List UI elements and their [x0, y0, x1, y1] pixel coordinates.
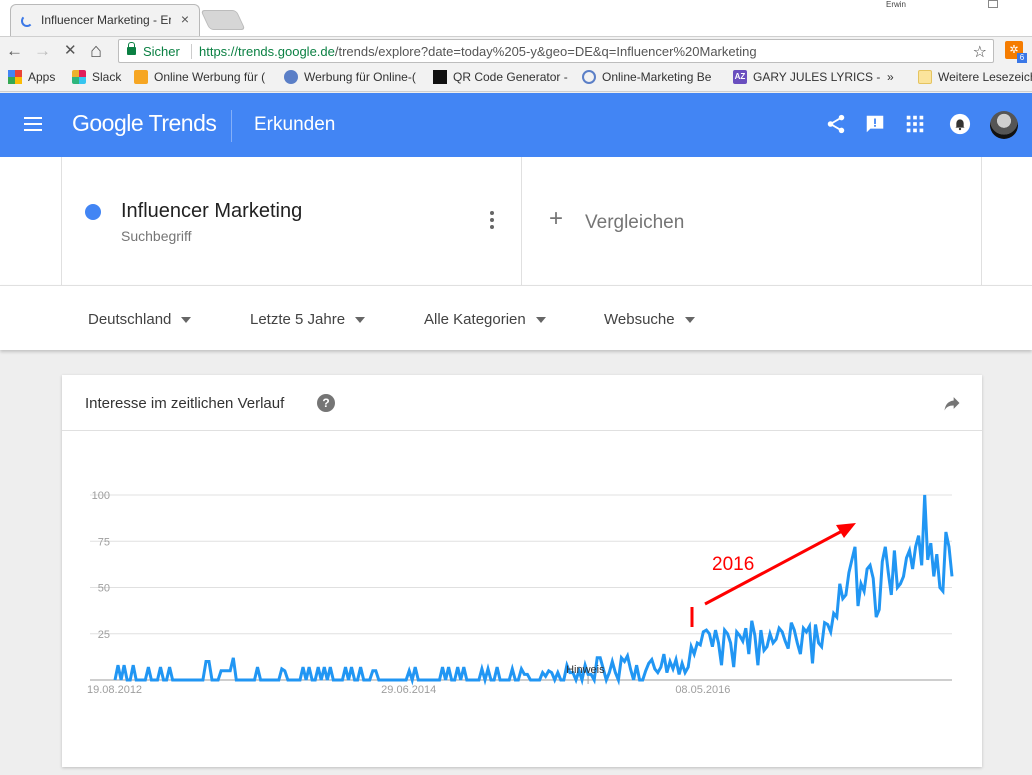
- logo-google: Google: [72, 110, 144, 136]
- bookmark-apps[interactable]: Apps: [8, 70, 55, 84]
- page-title: Erkunden: [254, 114, 336, 135]
- notifications-icon[interactable]: [949, 113, 971, 135]
- dropdown-caret-icon: [535, 317, 546, 324]
- swirl-icon: [582, 70, 596, 84]
- lock-icon: [127, 42, 136, 55]
- bookmark-star-icon[interactable]: ☆: [973, 42, 987, 62]
- puzzle-icon: [134, 70, 148, 84]
- url-path: /trends/explore?date=today%205-y&geo=DE&…: [334, 44, 757, 59]
- filter-label: Deutschland: [88, 311, 172, 328]
- bookmark-label: Online-Marketing Be: [602, 70, 712, 84]
- home-button[interactable]: ⌂: [90, 41, 102, 61]
- apps-icon[interactable]: [904, 113, 926, 135]
- filter-category[interactable]: Alle Kategorien: [424, 311, 546, 328]
- forward-button[interactable]: →: [34, 41, 51, 61]
- bookmark-label: Werbung für Online-(: [304, 70, 416, 84]
- url-text[interactable]: https://trends.google.de/trends/explore?…: [199, 44, 757, 59]
- new-tab-button[interactable]: [200, 10, 246, 30]
- bookmark-qr-code[interactable]: QR Code Generator -: [433, 70, 568, 84]
- filter-label: Alle Kategorien: [424, 311, 526, 328]
- bookmark-online-marketing[interactable]: Online-Marketing Be: [582, 70, 711, 84]
- header-divider: [231, 110, 232, 142]
- annotation-arrowhead: [836, 523, 856, 538]
- compare-button[interactable]: + Vergleichen: [522, 157, 982, 285]
- x-tick-label: 08.05.2016: [675, 684, 730, 696]
- google-trends-logo[interactable]: Google Trends: [72, 110, 217, 137]
- address-bar[interactable]: Sicher https://trends.google.de/trends/e…: [118, 39, 994, 63]
- dropdown-caret-icon: [684, 317, 695, 324]
- bookmark-gary-jules[interactable]: AZ GARY JULES LYRICS -: [733, 70, 880, 84]
- y-tick-label: 25: [98, 629, 110, 641]
- extension-badge: 6: [1017, 53, 1027, 63]
- bookmark-label: QR Code Generator -: [453, 70, 568, 84]
- more-options-icon[interactable]: [490, 211, 494, 232]
- browser-tabstrip: Influencer Marketing - Er × Erwin: [0, 0, 1032, 36]
- explore-pickers: Influencer Marketing Suchbegriff + Vergl…: [0, 157, 1032, 285]
- filter-time-range[interactable]: Letzte 5 Jahre: [250, 311, 366, 328]
- loading-spinner-icon: [21, 15, 33, 27]
- az-icon: AZ: [733, 70, 747, 84]
- compare-label: Vergleichen: [585, 212, 685, 233]
- feedback-icon[interactable]: [864, 113, 886, 135]
- bookmark-label: Apps: [28, 70, 56, 84]
- note-label: Hinweis: [566, 664, 605, 676]
- search-term-type: Suchbegriff: [121, 228, 192, 244]
- bookmark-label: Slack: [92, 70, 122, 84]
- y-tick-label: 100: [92, 490, 110, 502]
- window-restore-icon[interactable]: [988, 0, 998, 8]
- apps-grid-icon: [8, 70, 22, 84]
- filter-search-type[interactable]: Websuche: [604, 311, 695, 328]
- browser-tab[interactable]: Influencer Marketing - Er ×: [10, 4, 200, 36]
- dropdown-caret-icon: [181, 317, 192, 324]
- x-tick-label: 29.06.2014: [381, 684, 436, 696]
- omnibox-separator: [191, 44, 192, 59]
- bookmark-werbung-online[interactable]: Werbung für Online-(: [284, 70, 416, 84]
- hubspot-extension-icon[interactable]: ✲ 6: [1005, 41, 1027, 63]
- menu-icon[interactable]: [24, 117, 42, 131]
- y-tick-label: 50: [98, 583, 110, 595]
- logo-trends: Trends: [148, 110, 217, 136]
- annotation-label: 2016: [712, 554, 754, 575]
- search-term-name[interactable]: Influencer Marketing: [121, 200, 302, 223]
- bookmark-online-werbung[interactable]: Online Werbung für (: [134, 70, 265, 84]
- series-color-dot: [85, 204, 101, 220]
- tab-close-button[interactable]: ×: [181, 11, 189, 27]
- bookmark-label: Online Werbung für (: [154, 70, 266, 84]
- bookmark-slack[interactable]: Slack: [72, 70, 121, 84]
- tab-title: Influencer Marketing - Er: [41, 13, 171, 27]
- filter-bar: Deutschland Letzte 5 Jahre Alle Kategori…: [0, 285, 1032, 350]
- bookmark-label: GARY JULES LYRICS -: [753, 70, 881, 84]
- interest-chart[interactable]: 25 50 75 100 19.08.2012 29.06.2014 08.05.2016 H…: [62, 375, 982, 767]
- back-button[interactable]: ←: [6, 41, 23, 61]
- bookmarks-overflow-button[interactable]: »: [887, 70, 894, 84]
- search-term-card[interactable]: Influencer Marketing Suchbegriff: [61, 157, 522, 285]
- filter-region[interactable]: Deutschland: [88, 311, 192, 328]
- slack-icon: [72, 70, 86, 84]
- avatar[interactable]: [990, 111, 1018, 139]
- browser-toolbar: ← → ✕ ⌂ Sicher https://trends.google.de/…: [0, 36, 1032, 64]
- plus-icon: +: [549, 205, 564, 232]
- filter-label: Websuche: [604, 311, 675, 328]
- dropdown-caret-icon: [355, 317, 366, 324]
- bookmarks-bar: Apps Slack Online Werbung für ( Werbung …: [0, 64, 1032, 92]
- y-tick-label: 75: [98, 536, 110, 548]
- bookmark-label: Weitere Lesezeich: [938, 70, 1032, 84]
- interest-over-time-card: Interesse im zeitlichen Verlauf ? 25 50 75…: [62, 375, 982, 767]
- window-user-label: Erwin: [886, 0, 907, 9]
- qr-icon: [433, 70, 447, 84]
- share-icon[interactable]: [825, 113, 847, 135]
- security-label: Sicher: [143, 44, 180, 59]
- folder-icon: [918, 70, 932, 84]
- url-host: https://trends.google.de: [199, 44, 335, 59]
- globe-icon: [284, 70, 298, 84]
- app-header: Google Trends Erkunden: [0, 93, 1032, 157]
- stop-button[interactable]: ✕: [64, 41, 77, 61]
- x-tick-label: 19.08.2012: [87, 684, 142, 696]
- filter-label: Letzte 5 Jahre: [250, 311, 346, 328]
- other-bookmarks[interactable]: Weitere Lesezeich: [918, 70, 1032, 84]
